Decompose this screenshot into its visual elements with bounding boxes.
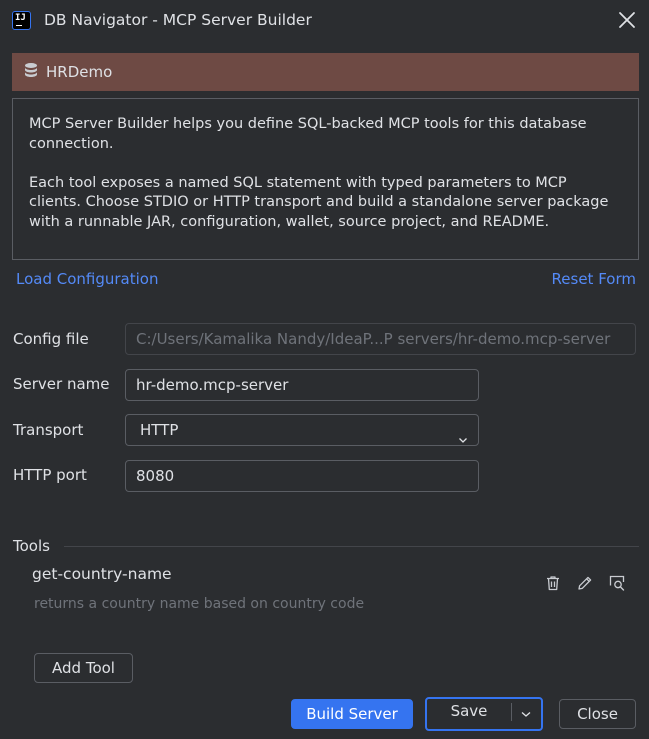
reset-form-link[interactable]: Reset Form — [552, 270, 636, 288]
connection-name: HRDemo — [46, 63, 113, 81]
transport-label: Transport — [13, 421, 84, 439]
tools-separator — [64, 546, 639, 547]
description-paragraph-1: MCP Server Builder helps you define SQL-… — [29, 116, 587, 152]
config-file-field: C:/Users/Kamalika Nandy/IdeaP...P server… — [125, 323, 636, 355]
save-button-label: Save — [450, 702, 488, 720]
tool-description: returns a country name based on country … — [34, 596, 365, 612]
description-paragraph-2: Each tool exposes a named SQL statement … — [29, 174, 609, 230]
title-bar: IJ DB Navigator - MCP Server Builder — [0, 0, 649, 42]
app-logo-icon: IJ — [12, 11, 31, 30]
server-name-label: Server name — [13, 375, 110, 393]
server-name-input[interactable]: hr-demo.mcp-server — [125, 369, 479, 401]
close-button[interactable]: Close — [559, 699, 636, 729]
database-icon — [24, 62, 46, 82]
save-split-button[interactable]: Save — [425, 697, 543, 731]
http-port-input[interactable]: 8080 — [125, 460, 479, 492]
transport-selected-value: HTTP — [140, 421, 179, 439]
config-file-label: Config file — [13, 330, 89, 348]
add-tool-button[interactable]: Add Tool — [34, 653, 133, 683]
load-configuration-link[interactable]: Load Configuration — [16, 270, 158, 288]
close-icon[interactable] — [616, 9, 638, 31]
tool-name: get-country-name — [32, 565, 172, 583]
chevron-down-icon — [458, 425, 468, 445]
save-split-divider — [511, 703, 512, 721]
window-title: DB Navigator - MCP Server Builder — [44, 11, 312, 29]
pencil-icon[interactable] — [576, 574, 594, 592]
tools-section-label: Tools — [13, 537, 50, 555]
transport-select[interactable]: HTTP — [125, 414, 479, 446]
http-port-label: HTTP port — [13, 466, 87, 484]
trash-icon[interactable] — [544, 574, 562, 592]
connection-bar: HRDemo — [12, 53, 639, 91]
description-box: MCP Server Builder helps you define SQL-… — [12, 98, 639, 260]
chevron-down-icon[interactable] — [520, 706, 532, 724]
build-server-button[interactable]: Build Server — [291, 699, 413, 729]
inspect-icon[interactable] — [608, 574, 626, 592]
